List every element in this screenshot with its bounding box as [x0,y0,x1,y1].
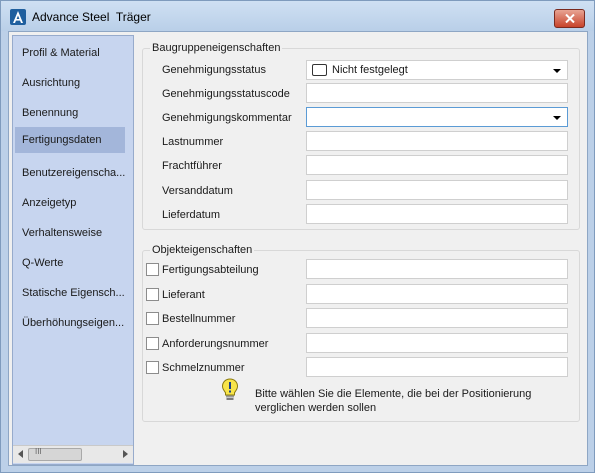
lightbulb-icon [221,378,239,400]
sidebar-item-ausrichtung[interactable]: Ausrichtung [15,70,125,96]
production-department-label: Fertigungsabteilung [162,264,259,276]
delivery-date-field[interactable] [306,204,568,224]
approval-status-code-field[interactable] [306,83,568,103]
requisition-number-checkbox[interactable] [146,337,159,350]
production-department-field[interactable] [306,259,568,279]
object-group-title: Objekteigenschaften [150,243,255,257]
production-department-checkbox[interactable] [146,263,159,276]
sidebar-item-fertigungsdaten[interactable]: Fertigungsdaten [15,127,125,153]
title-bar[interactable]: Advance Steel Träger [1,1,594,31]
scroll-right-arrow-icon[interactable] [123,450,128,458]
heat-number-label: Schmelznummer [162,362,245,374]
sidebar-item-benutzereigenschaften[interactable]: Benutzereigenscha... [15,160,125,186]
heat-number-field[interactable] [306,357,568,377]
approval-status-dropdown[interactable]: Nicht festgelegt [306,60,568,80]
sidebar-item-ueberhoehungseigenschaften[interactable]: Überhöhungseigen... [15,310,125,336]
carrier-label: Frachtführer [162,160,222,172]
chevron-down-icon [553,69,561,73]
info-message: Bitte wählen Sie die Elemente, die bei d… [255,388,532,414]
supplier-field[interactable] [306,284,568,304]
approval-status-label: Genehmigungsstatus [162,64,266,76]
sidebar-horizontal-scrollbar[interactable]: III [13,445,133,463]
shipping-date-label: Versanddatum [162,185,233,197]
supplier-checkbox[interactable] [146,288,159,301]
shipping-date-field[interactable] [306,180,568,200]
carrier-field[interactable] [306,155,568,175]
category-sidebar: Profil & Material Ausrichtung Benennung … [12,35,134,465]
load-number-label: Lastnummer [162,136,224,148]
close-icon [565,14,575,23]
approval-comment-label: Genehmigungskommentar [162,112,292,124]
scroll-grip: III [35,447,42,456]
sidebar-item-verhaltensweise[interactable]: Verhaltensweise [15,220,125,246]
delivery-date-label: Lieferdatum [162,209,221,221]
assembly-group-title: Baugruppeneigenschaften [150,41,283,55]
approval-comment-dropdown[interactable] [306,107,568,127]
sidebar-item-benennung[interactable]: Benennung [15,100,125,126]
approval-status-value: Nicht festgelegt [332,64,408,76]
requisition-number-field[interactable] [306,333,568,353]
order-number-label: Bestellnummer [162,313,236,325]
order-number-field[interactable] [306,308,568,328]
dialog-client-area: Profil & Material Ausrichtung Benennung … [8,31,588,466]
sidebar-item-statische-eigenschaften[interactable]: Statische Eigensch... [15,280,125,306]
chevron-down-icon [553,116,561,120]
approval-status-code-label: Genehmigungsstatuscode [162,88,290,100]
scroll-left-arrow-icon[interactable] [18,450,23,458]
sidebar-item-q-werte[interactable]: Q-Werte [15,250,125,276]
supplier-label: Lieferant [162,289,205,301]
sidebar-item-anzeigetyp[interactable]: Anzeigetyp [15,190,125,216]
window-title: Advance Steel Träger [32,10,151,24]
autodesk-a-icon [10,9,26,25]
close-button[interactable] [554,9,585,28]
load-number-field[interactable] [306,131,568,151]
color-swatch [312,64,327,76]
heat-number-checkbox[interactable] [146,361,159,374]
requisition-number-label: Anforderungsnummer [162,338,269,350]
dialog-window: Advance Steel Träger Profil & Material A… [0,0,595,473]
sidebar-item-profil-material[interactable]: Profil & Material [15,40,125,66]
order-number-checkbox[interactable] [146,312,159,325]
